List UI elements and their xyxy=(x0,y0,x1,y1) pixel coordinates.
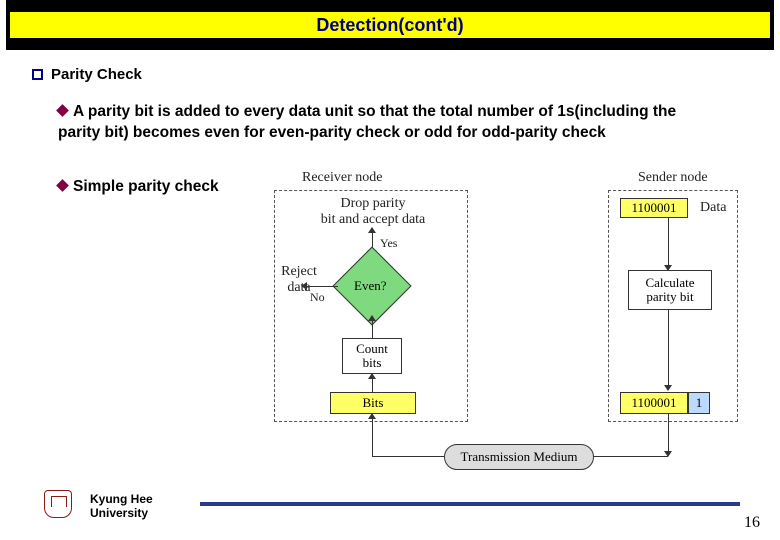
transmission-medium-oval: Transmission Medium xyxy=(444,444,594,470)
no-label: No xyxy=(310,290,325,305)
sender-out-bits-box: 1100001 xyxy=(620,392,688,414)
footer-rule xyxy=(200,502,740,506)
even-decision-text: Even? xyxy=(354,278,386,294)
footer-university: Kyung Hee University xyxy=(90,492,153,521)
description-text: A parity bit is added to every data unit… xyxy=(58,103,676,141)
bits-box: Bits xyxy=(330,392,416,414)
arrow-up3-icon xyxy=(372,374,373,392)
arrow-down3-icon xyxy=(668,414,669,456)
parity-check-text: Parity Check xyxy=(51,66,142,83)
bullet-simple-parity: Simple parity check xyxy=(58,178,219,196)
parity-diagram: Receiver node Sender node Drop parity bi… xyxy=(268,170,743,480)
drop-parity-label: Drop parity bit and accept data xyxy=(308,196,438,228)
sender-data-bits-box: 1100001 xyxy=(620,198,688,218)
arrow-up2-icon xyxy=(372,316,373,338)
sender-node-label: Sender node xyxy=(638,170,708,186)
footer-uni-line1: Kyung Hee xyxy=(90,492,153,506)
arrow-left-icon xyxy=(302,286,338,287)
page-number: 16 xyxy=(744,514,760,532)
square-bullet-icon xyxy=(32,69,43,80)
title-band: Detection(cont'd) xyxy=(10,12,770,38)
calc-parity-box: Calculate parity bit xyxy=(628,270,712,310)
count-bits-box: Count bits xyxy=(342,338,402,374)
university-logo-icon xyxy=(44,490,80,522)
transmission-medium-text: Transmission Medium xyxy=(461,449,578,465)
connector-left-icon xyxy=(372,456,444,457)
sender-data-label: Data xyxy=(700,200,726,216)
diamond-bullet-icon xyxy=(56,179,69,192)
connector-right-icon xyxy=(594,456,668,457)
receiver-node-label: Receiver node xyxy=(302,170,382,186)
yes-label: Yes xyxy=(380,236,397,251)
footer-uni-line2: University xyxy=(90,506,148,520)
simple-parity-text: Simple parity check xyxy=(73,178,219,195)
bullet-parity-check: Parity Check xyxy=(32,66,142,83)
diamond-bullet-icon xyxy=(56,104,69,117)
bullet-description: A parity bit is added to every data unit… xyxy=(58,102,718,144)
sender-out-parity-box: 1 xyxy=(688,392,710,414)
arrow-down1-icon xyxy=(668,218,669,270)
arrow-down2-icon xyxy=(668,310,669,390)
slide-title: Detection(cont'd) xyxy=(316,15,463,35)
arrow-up4-icon xyxy=(372,414,373,456)
